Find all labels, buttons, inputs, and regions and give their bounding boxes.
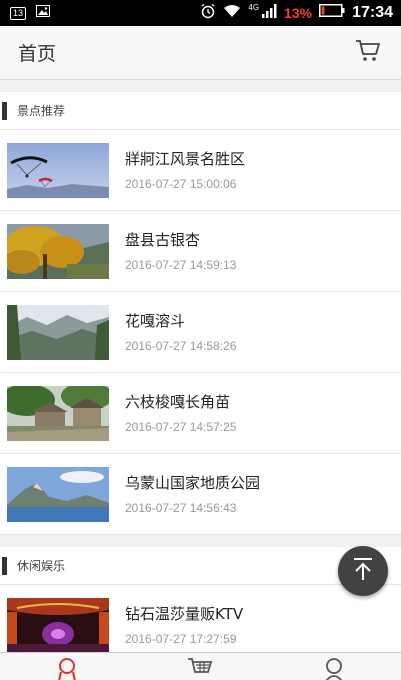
alarm-icon <box>200 3 216 24</box>
item-title: 六枝梭嘎长角苗 <box>125 392 231 411</box>
arrow-up-icon <box>352 557 374 585</box>
thumbnail-ginkgo <box>7 223 109 279</box>
nav-item-cart[interactable] <box>185 657 215 680</box>
cart-button[interactable] <box>353 38 383 68</box>
battery-icon <box>319 4 345 22</box>
status-bar: 13 4G 13% 17:34 <box>0 0 401 26</box>
thumbnail-paragliding <box>7 142 109 198</box>
section-marker <box>2 556 7 575</box>
thumbnail-ktv-room <box>7 597 109 653</box>
item-title: 牂牁江风景名胜区 <box>125 149 246 168</box>
item-timestamp: 2016-07-27 14:57:25 <box>125 419 237 434</box>
thumbnail-village <box>7 385 109 441</box>
bottom-nav <box>0 652 401 680</box>
network-type-label: 4G <box>248 2 260 12</box>
item-timestamp: 2016-07-27 14:58:26 <box>125 338 237 353</box>
nav-item-profile[interactable] <box>319 657 349 680</box>
notification-count-badge: 13 <box>10 6 27 20</box>
list-item[interactable]: 牂牁江风景名胜区 2016-07-27 15:00:06 <box>0 130 401 211</box>
list-item[interactable]: 盘县古银杏 2016-07-27 14:59:13 <box>0 211 401 292</box>
clock-time: 17:34 <box>352 4 393 21</box>
cart-icon <box>355 39 381 67</box>
wifi-icon <box>223 4 241 23</box>
nav-item-home[interactable] <box>52 657 82 680</box>
section-title: 休闲娱乐 <box>17 559 66 573</box>
home-icon <box>55 657 79 680</box>
list-item[interactable]: 六枝梭嘎长角苗 2016-07-27 14:57:25 <box>0 373 401 454</box>
battery-percent: 13% <box>284 5 313 21</box>
section-header: 景点推荐 <box>0 92 401 130</box>
item-timestamp: 2016-07-27 17:27:59 <box>125 631 237 646</box>
item-timestamp: 2016-07-27 14:56:43 <box>125 500 237 515</box>
item-title: 盘县古银杏 <box>125 230 201 249</box>
item-title: 乌蒙山国家地质公园 <box>125 473 261 492</box>
section-marker <box>2 101 7 120</box>
item-title: 花嘎溶斗 <box>125 311 186 330</box>
item-timestamp: 2016-07-27 15:00:06 <box>125 176 237 191</box>
back-to-top-button[interactable] <box>338 546 388 596</box>
signal-icon <box>261 3 277 23</box>
user-icon <box>322 657 346 680</box>
gallery-notification-icon <box>36 4 51 22</box>
list-item[interactable]: 花嘎溶斗 2016-07-27 14:58:26 <box>0 292 401 373</box>
thumbnail-karst-valley <box>7 304 109 360</box>
app-header: 首页 <box>0 26 401 80</box>
section-title: 景点推荐 <box>17 104 66 118</box>
section-scenic-spots: 景点推荐 牂牁江风景名胜区 2016-07-27 15:00:06 盘县古银杏 … <box>0 92 401 535</box>
page-title: 首页 <box>18 43 57 65</box>
list-item[interactable]: 乌蒙山国家地质公园 2016-07-27 14:56:43 <box>0 454 401 535</box>
cart-icon <box>187 657 213 680</box>
thumbnail-mountain-lake <box>7 466 109 522</box>
item-timestamp: 2016-07-27 14:59:13 <box>125 257 237 272</box>
item-title: 钻石温莎量贩KTV <box>125 604 244 623</box>
